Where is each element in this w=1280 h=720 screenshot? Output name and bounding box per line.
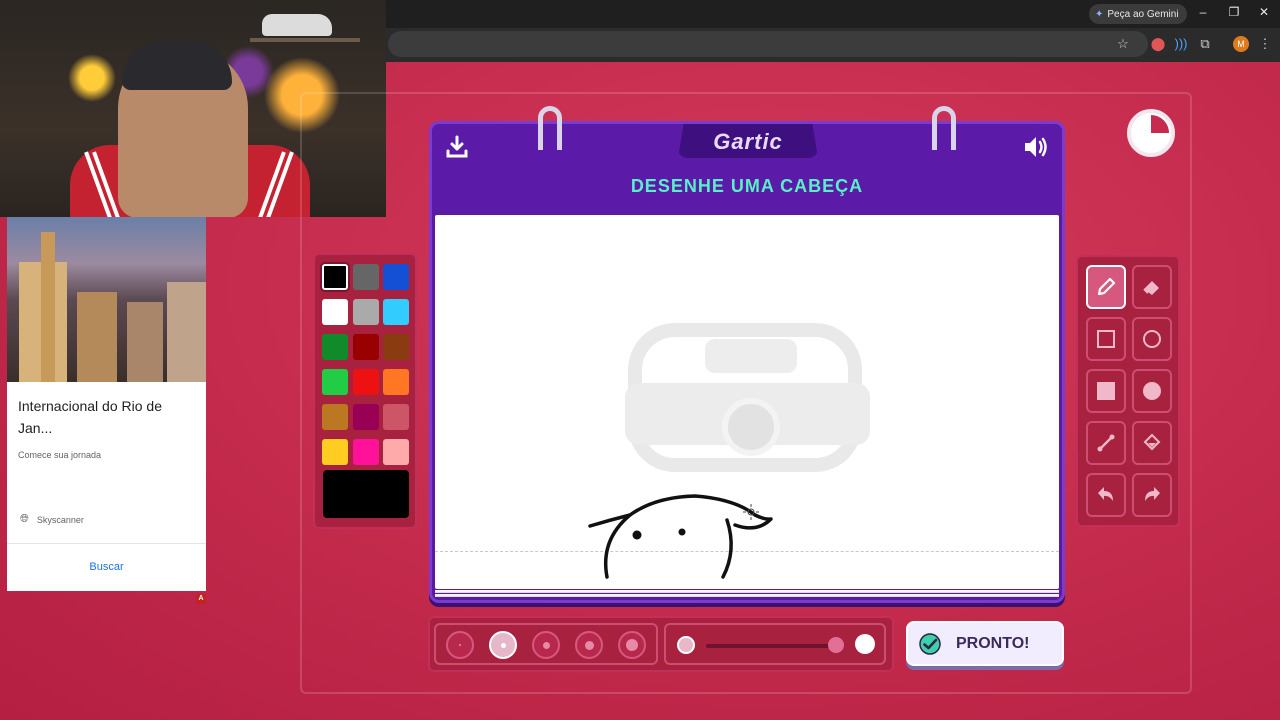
bucket-icon	[1143, 433, 1161, 451]
color-swatch[interactable]	[383, 334, 409, 360]
ad-title[interactable]: Internacional do Rio de Jan...	[18, 395, 198, 439]
extensions-puzzle-icon[interactable]: ⧉	[1196, 36, 1214, 52]
filled-ellipse-tool-button[interactable]	[1132, 369, 1172, 413]
color-swatch[interactable]	[352, 264, 379, 290]
rectangle-tool-button[interactable]	[1086, 317, 1126, 361]
ad-card[interactable]: Internacional do Rio de Jan... Comece su…	[7, 217, 206, 591]
color-swatch[interactable]	[383, 264, 409, 290]
color-swatch[interactable]	[352, 334, 379, 360]
color-swatch[interactable]	[322, 334, 348, 360]
color-swatch[interactable]	[322, 404, 348, 430]
brush-size-button[interactable]	[618, 631, 646, 659]
restore-icon[interactable]: ❐	[1224, 5, 1244, 19]
city-photo	[7, 217, 206, 382]
drawing-prompt: DESENHE UMA CABEÇA	[630, 176, 864, 196]
line-icon	[1097, 434, 1115, 452]
ready-label: PRONTO!	[956, 634, 1030, 652]
line-tool-button[interactable]	[1086, 421, 1126, 465]
download-icon[interactable]	[444, 134, 470, 160]
color-swatch[interactable]	[322, 369, 348, 395]
rectangle-fill-icon	[1097, 382, 1115, 400]
brush-size-button[interactable]	[532, 631, 560, 659]
color-swatch[interactable]	[352, 299, 379, 325]
eraser-icon	[1143, 281, 1159, 295]
pencil-icon	[1097, 277, 1116, 296]
color-swatch[interactable]	[383, 369, 409, 395]
binder-ring	[932, 106, 956, 150]
sparkle-icon: ✦	[1095, 8, 1104, 20]
timer-icon	[1127, 109, 1175, 157]
divider	[7, 543, 206, 544]
close-icon[interactable]: ✕	[1254, 5, 1274, 19]
page-edge	[435, 590, 1059, 593]
page-edge	[435, 594, 1059, 597]
adchoices-badge[interactable]: A	[196, 594, 206, 604]
tool-panel	[1076, 255, 1180, 527]
ellipse-fill-icon	[1143, 382, 1161, 400]
opacity-max-indicator	[855, 634, 875, 654]
speaker-icon[interactable]	[1022, 134, 1050, 160]
eraser-tool-button[interactable]	[1132, 265, 1172, 309]
undo-icon	[1098, 487, 1113, 501]
ad-brand-label: Skyscanner	[36, 514, 84, 525]
toy-car	[262, 14, 332, 36]
gartic-logo: Gartic	[713, 129, 783, 154]
brush-settings-bar	[428, 616, 894, 672]
brush-size-dot	[542, 641, 550, 649]
color-palette	[313, 253, 417, 529]
rectangle-outline-icon	[1097, 330, 1115, 348]
color-swatch[interactable]	[352, 369, 379, 395]
checkmark-icon	[919, 632, 941, 655]
streamer-cap	[122, 40, 232, 90]
ready-button[interactable]: PRONTO!	[906, 621, 1064, 666]
color-swatch[interactable]	[352, 404, 379, 430]
gemini-label: Peça ao Gemini	[1107, 8, 1179, 20]
undo-button[interactable]	[1086, 473, 1126, 517]
redo-icon	[1145, 487, 1160, 501]
brush-size-button[interactable]	[489, 631, 517, 659]
fill-bucket-tool-button[interactable]	[1132, 421, 1172, 465]
kebab-menu-icon[interactable]: ⋮	[1256, 36, 1274, 52]
color-swatch[interactable]	[383, 439, 409, 465]
brush-size-button[interactable]	[575, 631, 603, 659]
drawing-canvas[interactable]	[435, 215, 1059, 589]
opacity-slider-thumb[interactable]	[828, 637, 844, 653]
brush-size-dot	[459, 644, 461, 646]
ad-brand: 🌐︎ Skyscanner	[20, 513, 84, 526]
ellipse-outline-icon	[1143, 330, 1161, 348]
globe-icon: 🌐︎	[20, 513, 29, 525]
profile-avatar[interactable]: M	[1233, 36, 1249, 52]
opacity-slider[interactable]	[706, 644, 836, 648]
color-swatch[interactable]	[322, 299, 348, 325]
binder-ring	[538, 106, 562, 150]
brush-size-dot	[500, 642, 506, 648]
brush-size-dot	[584, 640, 594, 650]
color-swatch[interactable]	[352, 439, 379, 465]
brush-size-dot	[626, 639, 638, 651]
filled-rectangle-tool-button[interactable]	[1086, 369, 1126, 413]
opacity-min-indicator	[677, 636, 695, 654]
bookmark-star-icon[interactable]: ☆	[1114, 36, 1132, 52]
gemini-button[interactable]: ✦ Peça ao Gemini	[1089, 4, 1187, 24]
pencil-tool-button[interactable]	[1086, 265, 1126, 309]
brush-size-button[interactable]	[446, 631, 474, 659]
ellipse-tool-button[interactable]	[1132, 317, 1172, 361]
extension-wave-icon[interactable]: )))	[1172, 36, 1190, 51]
color-swatch[interactable]	[322, 439, 348, 465]
user-drawing	[588, 494, 773, 579]
extension-badge-icon[interactable]: ⬤	[1149, 36, 1167, 52]
redo-button[interactable]	[1132, 473, 1172, 517]
ad-cta-button[interactable]: Buscar	[7, 561, 206, 573]
drawing-notebook: Gartic DESENHE UMA CABEÇA	[429, 106, 1065, 603]
color-swatch[interactable]	[383, 299, 409, 325]
color-swatch[interactable]	[322, 264, 348, 290]
ad-subtitle: Comece sua jornada	[18, 450, 102, 460]
address-bar[interactable]	[388, 31, 1148, 57]
current-color-preview	[323, 470, 409, 518]
color-swatch[interactable]	[383, 404, 409, 430]
minimize-icon[interactable]: –	[1193, 5, 1213, 19]
